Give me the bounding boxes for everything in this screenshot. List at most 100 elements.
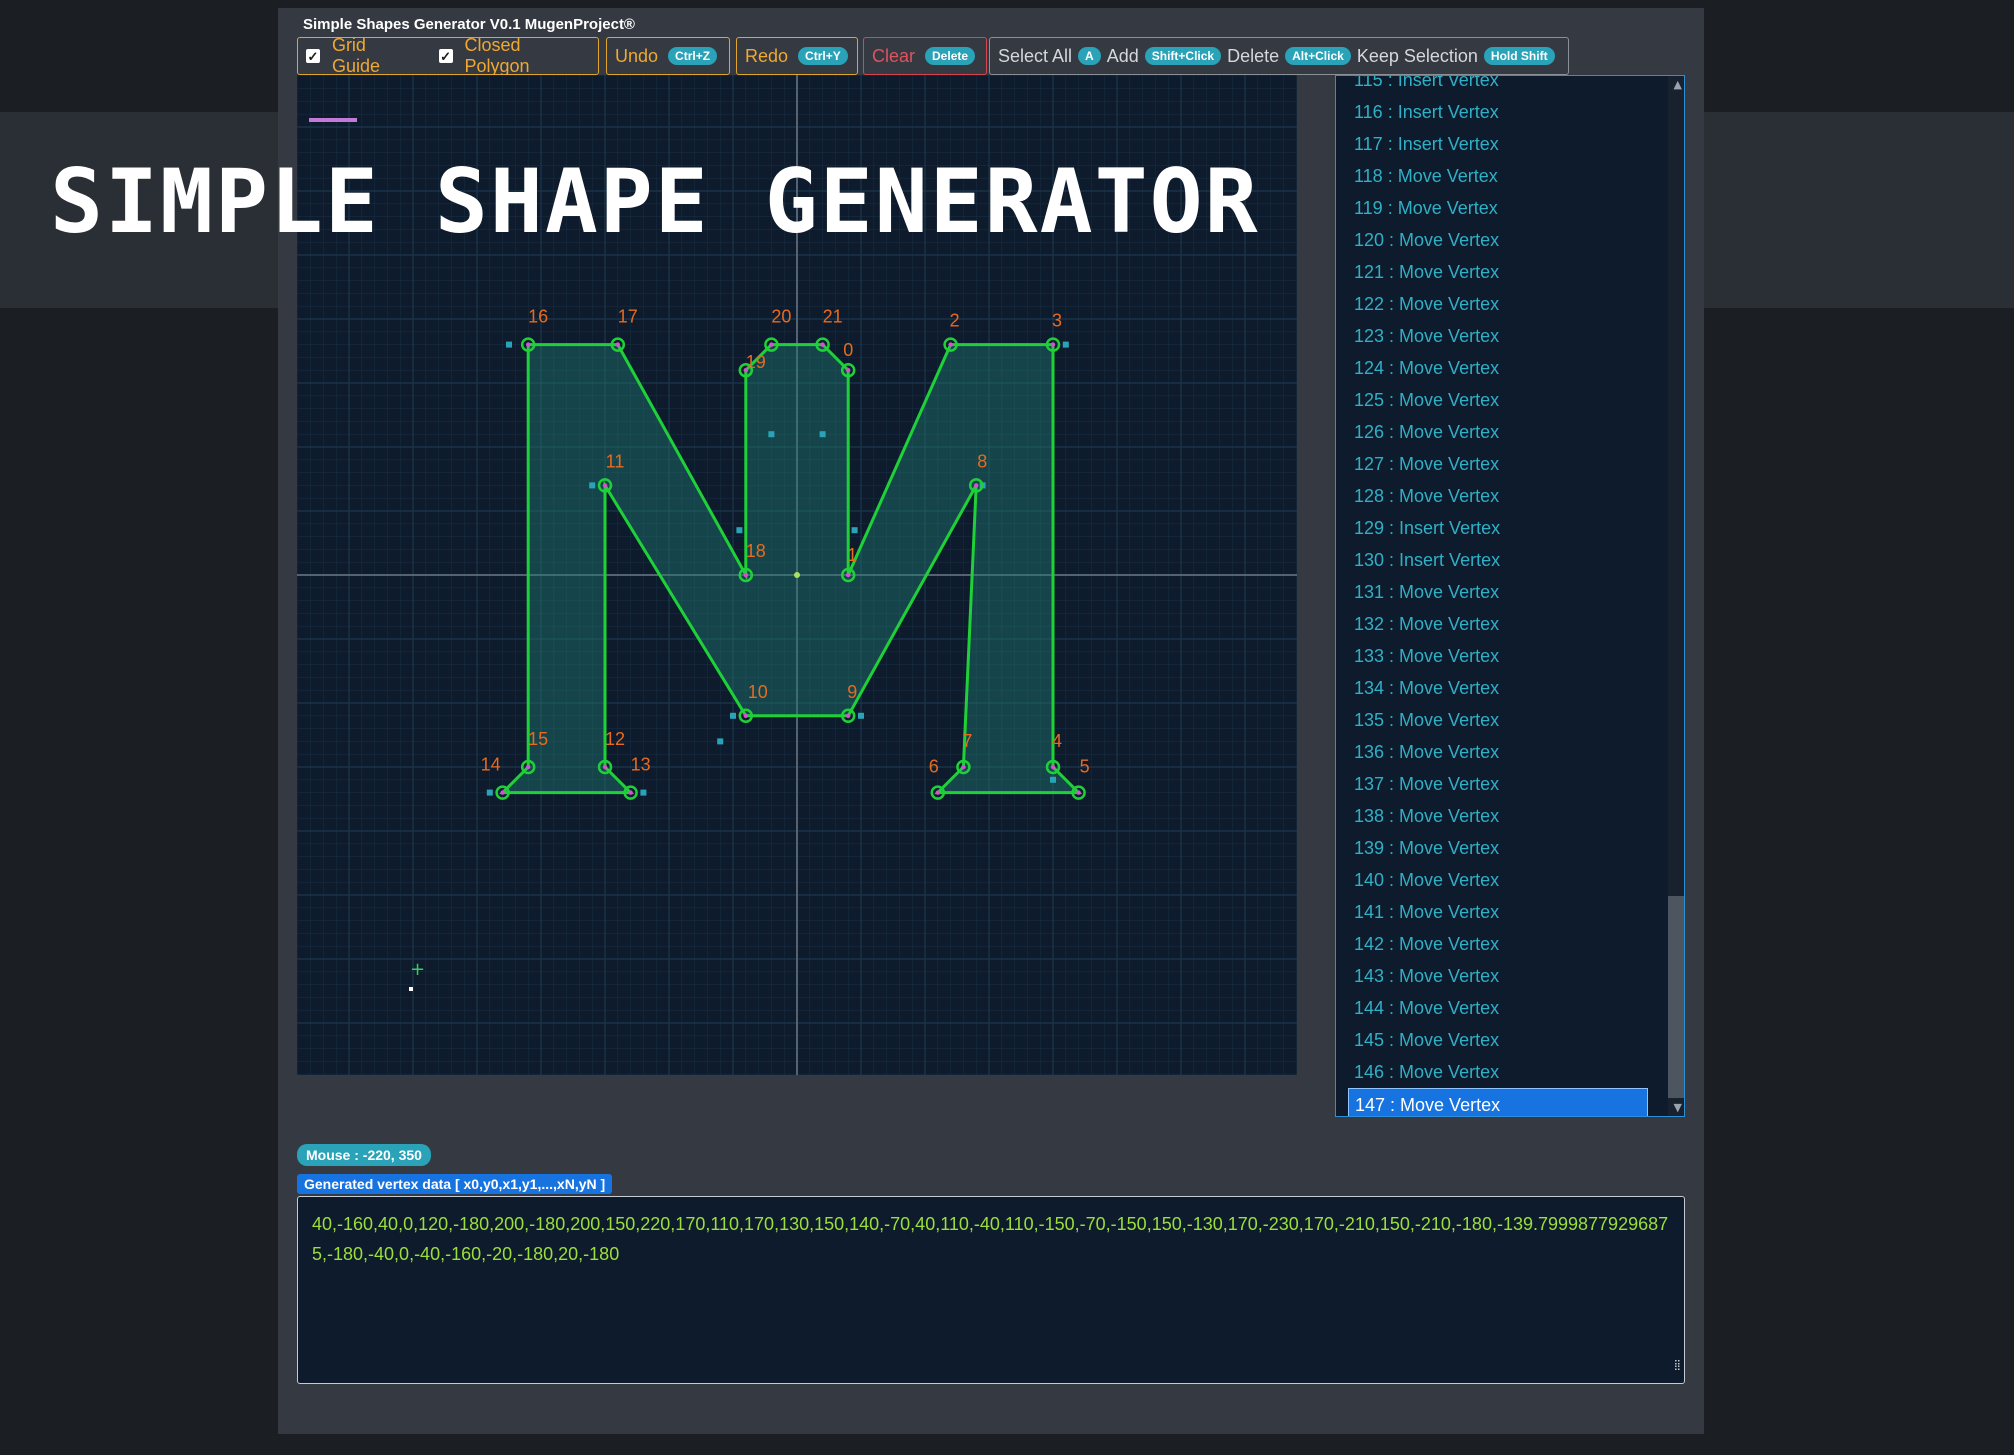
vertex-data-text[interactable]: 40,-160,40,0,120,-180,200,-180,200,150,2…	[312, 1214, 1668, 1264]
resize-grip-icon[interactable]: ⣿	[1674, 1351, 1681, 1381]
vertex-index-label: 0	[843, 340, 853, 360]
vertex-center	[526, 764, 531, 770]
control-handle[interactable]	[736, 527, 743, 534]
history-item[interactable]: 144 : Move Vertex	[1348, 992, 1648, 1024]
color-swatch	[309, 118, 357, 122]
history-item[interactable]: 139 : Move Vertex	[1348, 832, 1648, 864]
control-handle[interactable]	[819, 431, 826, 438]
vertex-center	[769, 342, 774, 347]
vertex-index-label: 15	[528, 729, 548, 749]
vertex-index-label: 2	[950, 311, 960, 331]
scroll-down-icon[interactable]: ▼	[1674, 1101, 1682, 1114]
clear-button[interactable]: Clear Delete	[863, 37, 987, 75]
history-item[interactable]: 125 : Move Vertex	[1348, 384, 1648, 416]
history-item[interactable]: 126 : Move Vertex	[1348, 416, 1648, 448]
redo-shortcut: Ctrl+Y	[798, 47, 848, 65]
vertex-center	[961, 764, 966, 770]
undo-shortcut: Ctrl+Z	[668, 47, 718, 65]
control-handle[interactable]	[1062, 341, 1069, 348]
vertex-center	[743, 713, 748, 718]
scroll-up-icon[interactable]: ▲	[1674, 78, 1682, 91]
history-item[interactable]: 116 : Insert Vertex	[1348, 96, 1648, 128]
vertex-index-label: 19	[746, 352, 766, 372]
history-item[interactable]: 145 : Move Vertex	[1348, 1024, 1648, 1056]
history-item[interactable]: 137 : Move Vertex	[1348, 768, 1648, 800]
history-item[interactable]: 133 : Move Vertex	[1348, 640, 1648, 672]
redo-button[interactable]: Redo Ctrl+Y	[736, 37, 858, 75]
control-handle[interactable]	[717, 738, 724, 745]
control-handle[interactable]	[858, 712, 864, 719]
history-item[interactable]: 122 : Move Vertex	[1348, 288, 1648, 320]
select-all-shortcut: A	[1078, 47, 1101, 65]
history-item[interactable]: 115 : Insert Vertex	[1348, 76, 1648, 96]
vertex-center	[820, 342, 825, 347]
vertex-center	[500, 790, 505, 795]
vertex-index-label: 5	[1080, 757, 1090, 777]
vertex-center	[974, 483, 979, 488]
closed-polygon-label[interactable]: Closed Polygon	[465, 35, 591, 77]
vertex-center	[743, 572, 748, 578]
history-item[interactable]: 123 : Move Vertex	[1348, 320, 1648, 352]
control-handle[interactable]	[589, 482, 596, 489]
vertex-center	[602, 483, 608, 488]
control-handle[interactable]	[1050, 776, 1056, 783]
undo-button[interactable]: Undo Ctrl+Z	[606, 37, 730, 75]
history-item[interactable]: 131 : Move Vertex	[1348, 576, 1648, 608]
history-item[interactable]: 129 : Insert Vertex	[1348, 512, 1648, 544]
add-label: Add	[1106, 45, 1139, 66]
vertex-center	[1050, 342, 1056, 347]
history-item[interactable]: 124 : Move Vertex	[1348, 352, 1648, 384]
control-handle[interactable]	[851, 527, 858, 534]
history-item[interactable]: 146 : Move Vertex	[1348, 1056, 1648, 1088]
history-item[interactable]: 142 : Move Vertex	[1348, 928, 1648, 960]
vertex-index-label: 4	[1052, 731, 1062, 751]
vertex-index-label: 8	[977, 451, 987, 471]
history-item[interactable]: 127 : Move Vertex	[1348, 448, 1648, 480]
vertex-index-label: 14	[481, 755, 501, 775]
history-item[interactable]: 132 : Move Vertex	[1348, 608, 1648, 640]
grid-guide-label[interactable]: Grid Guide	[332, 35, 419, 77]
vertex-index-label: 20	[771, 307, 791, 327]
vertex-index-label: 17	[618, 307, 638, 327]
vertex-index-label: 1	[847, 545, 857, 565]
history-item[interactable]: 141 : Move Vertex	[1348, 896, 1648, 928]
vertex-center	[846, 713, 851, 718]
vertex-center	[602, 764, 608, 770]
redo-label: Redo	[745, 45, 789, 66]
control-handle[interactable]	[640, 789, 647, 796]
scrollbar-thumb[interactable]	[1668, 896, 1684, 1098]
history-item[interactable]: 136 : Move Vertex	[1348, 736, 1648, 768]
cursor-crosshair-icon: +	[410, 959, 425, 980]
vertex-index-label: 3	[1052, 311, 1062, 331]
history-item[interactable]: 130 : Insert Vertex	[1348, 544, 1648, 576]
history-item[interactable]: 140 : Move Vertex	[1348, 864, 1648, 896]
control-handle[interactable]	[730, 712, 736, 719]
control-handle[interactable]	[486, 789, 493, 796]
grid-guide-checkbox[interactable]: ✓	[306, 49, 320, 63]
vertex-index-label: 21	[823, 307, 843, 327]
clear-label: Clear	[872, 45, 916, 66]
generated-data-label: Generated vertex data [ x0,y0,x1,y1,...,…	[297, 1174, 613, 1194]
vertex-center	[1076, 790, 1081, 795]
closed-polygon-checkbox[interactable]: ✓	[438, 49, 453, 63]
vertex-center	[846, 368, 851, 373]
control-handle[interactable]	[506, 341, 512, 348]
history-item[interactable]: 135 : Move Vertex	[1348, 704, 1648, 736]
history-item[interactable]: 134 : Move Vertex	[1348, 672, 1648, 704]
keep-selection-label: Keep Selection	[1356, 45, 1478, 66]
vertex-index-label: 11	[606, 451, 625, 471]
undo-label: Undo	[615, 45, 659, 66]
history-item[interactable]: 147 : Move Vertex	[1348, 1088, 1648, 1116]
banner-title: SIMPLE SHAPE GENERATOR	[50, 150, 1260, 253]
history-item[interactable]: 143 : Move Vertex	[1348, 960, 1648, 992]
vertex-index-label: 10	[748, 682, 768, 702]
app-title: Simple Shapes Generator V0.1 MugenProjec…	[303, 16, 635, 33]
mouse-coordinates: Mouse : -220, 350	[297, 1144, 431, 1166]
control-handle[interactable]	[768, 431, 775, 438]
vertex-data-output[interactable]: 40,-160,40,0,120,-180,200,-180,200,150,2…	[297, 1196, 1685, 1384]
history-item[interactable]: 138 : Move Vertex	[1348, 800, 1648, 832]
history-item[interactable]: 121 : Move Vertex	[1348, 256, 1648, 288]
vertex-center	[1050, 764, 1056, 770]
history-item[interactable]: 128 : Move Vertex	[1348, 480, 1648, 512]
vertex-center	[615, 342, 620, 347]
